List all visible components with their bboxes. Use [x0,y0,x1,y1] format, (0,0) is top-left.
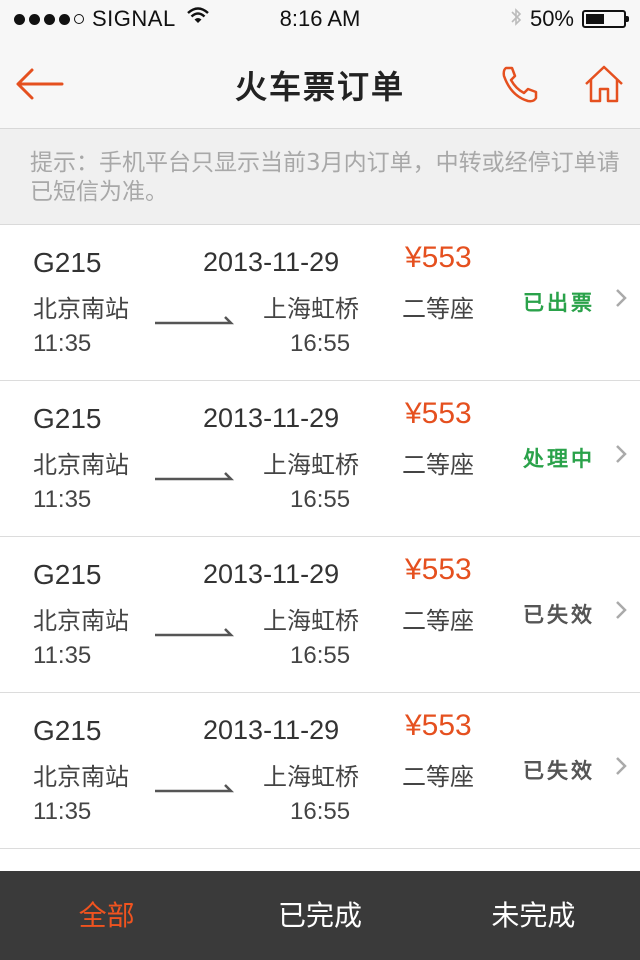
route-arrow-icon [155,472,235,481]
order-status: 已出票 [523,291,595,315]
chevron-right-icon [616,601,627,619]
tab-completed[interactable]: 已完成 [213,871,426,960]
travel-date: 2013-11-29 [203,247,340,277]
ticket-price: ¥553 [405,709,472,742]
phone-icon [502,66,538,103]
chevron-right-icon [616,445,627,463]
notice-text: 提示：手机平台只显示当前3月内订单，中转或经停订单请已短信为准。 [30,150,620,205]
departure-time: 11:35 [33,330,92,357]
departure-station: 北京南站 [33,763,129,791]
call-button[interactable] [496,62,546,106]
train-number: G215 [33,403,102,434]
home-button[interactable] [582,62,632,106]
tab-bar: 全部 已完成 未完成 [0,871,640,960]
seat-class: 二等座 [402,295,474,323]
departure-time: 11:35 [33,642,92,669]
route-arrow-icon [155,628,235,637]
route-arrow-icon [155,316,235,325]
order-row[interactable]: G215 2013-11-29 ¥553 北京南站 上海虹桥 二等座 11:35… [0,225,640,381]
tab-incomplete[interactable]: 未完成 [427,871,640,960]
departure-time: 11:35 [33,798,92,825]
home-icon [585,65,623,103]
arrival-time: 16:55 [290,330,351,357]
route-arrow-icon [155,784,235,793]
ticket-price: ¥553 [405,553,472,586]
arrival-station: 上海虹桥 [263,295,359,323]
arrival-station: 上海虹桥 [263,607,359,635]
order-status: 已失效 [523,759,595,783]
arrival-time: 16:55 [290,798,351,825]
departure-time: 11:35 [33,486,92,513]
chevron-right-icon [616,289,627,307]
seat-class: 二等座 [402,451,474,479]
battery-icon [582,10,629,28]
arrival-station: 上海虹桥 [263,451,359,479]
arrival-time: 16:55 [290,642,351,669]
order-row[interactable]: G215 2013-11-29 ¥553 北京南站 上海虹桥 二等座 11:35… [0,693,640,849]
train-number: G215 [33,247,102,278]
train-number: G215 [33,715,102,746]
tab-all[interactable]: 全部 [0,871,213,960]
arrival-station: 上海虹桥 [263,763,359,791]
notice-banner: 提示：手机平台只显示当前3月内订单，中转或经停订单请已短信为准。 [0,129,640,225]
departure-station: 北京南站 [33,607,129,635]
chevron-right-icon [616,757,627,775]
status-bar: SIGNAL 8:16 AM 50% [0,0,640,40]
ticket-price: ¥553 [405,241,472,274]
travel-date: 2013-11-29 [203,559,340,589]
order-status: 已失效 [523,603,595,627]
battery-percent: 50% [529,6,574,31]
order-row[interactable]: G215 2013-11-29 ¥553 北京南站 上海虹桥 二等座 11:35… [0,381,640,537]
departure-station: 北京南站 [33,451,129,479]
departure-station: 北京南站 [33,295,129,323]
bluetooth-icon [510,7,522,32]
seat-class: 二等座 [402,763,474,791]
ticket-price: ¥553 [405,397,472,430]
order-list: G215 2013-11-29 ¥553 北京南站 上海虹桥 二等座 11:35… [0,225,640,849]
seat-class: 二等座 [402,607,474,635]
order-status: 处理中 [523,447,595,471]
arrival-time: 16:55 [290,486,351,513]
order-row[interactable]: G215 2013-11-29 ¥553 北京南站 上海虹桥 二等座 11:35… [0,537,640,693]
navigation-bar: 火车票订单 [0,40,640,129]
travel-date: 2013-11-29 [203,715,340,745]
travel-date: 2013-11-29 [203,403,340,433]
train-number: G215 [33,559,102,590]
